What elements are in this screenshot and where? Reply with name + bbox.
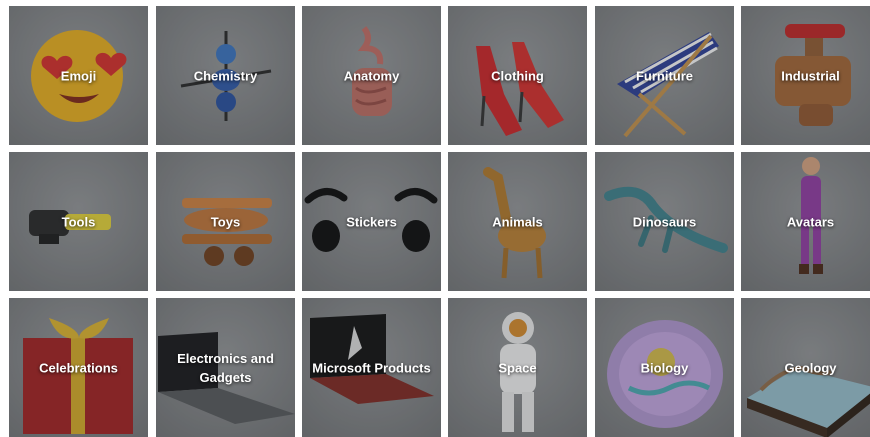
category-tile-space[interactable]: Space [448, 298, 587, 437]
category-label: Space [498, 360, 537, 375]
category-label: Clothing [491, 68, 544, 83]
category-tile-celebrations[interactable]: Celebrations [9, 298, 148, 437]
category-label: Toys [210, 214, 241, 229]
category-tile-stickers[interactable]: Stickers [302, 152, 441, 291]
category-label: Tools [61, 214, 96, 229]
category-tile-geology[interactable]: Geology [741, 298, 870, 437]
category-label: Animals [492, 214, 543, 229]
category-tile-chemistry[interactable]: Chemistry [156, 6, 295, 145]
category-tile-avatars[interactable]: Avatars [741, 152, 870, 291]
category-tile-anatomy[interactable]: Anatomy [302, 6, 441, 145]
category-label: Furniture [635, 68, 694, 83]
category-tile-electronics-gadgets[interactable]: Electronics and Gadgets [156, 298, 295, 437]
category-tile-tools[interactable]: Tools [9, 152, 148, 291]
category-tile-toys[interactable]: Toys [156, 152, 295, 291]
category-tile-animals[interactable]: Animals [448, 152, 587, 291]
category-tile-emoji[interactable]: Emoji [9, 6, 148, 145]
category-tile-dinosaurs[interactable]: Dinosaurs [595, 152, 734, 291]
category-label: Emoji [60, 68, 97, 83]
category-tile-industrial[interactable]: Industrial [741, 6, 870, 145]
category-label: Microsoft Products [312, 360, 431, 375]
category-label: Chemistry [193, 68, 258, 83]
category-label: Anatomy [343, 68, 400, 83]
category-tile-clothing[interactable]: Clothing [448, 6, 587, 145]
category-label: Biology [640, 360, 689, 375]
category-label: Avatars [786, 214, 835, 229]
category-label: Geology [784, 360, 837, 375]
category-label: Electronics and Gadgets [177, 350, 274, 385]
category-label: Celebrations [39, 360, 118, 375]
category-grid: Emoji Chemistry Anatomy Clothing Furnitu… [0, 0, 870, 437]
category-tile-biology[interactable]: Biology [595, 298, 734, 437]
category-label: Dinosaurs [632, 214, 697, 229]
category-tile-microsoft-products[interactable]: Microsoft Products [302, 298, 441, 437]
category-tile-furniture[interactable]: Furniture [595, 6, 734, 145]
category-label: Stickers [346, 214, 397, 229]
category-label: Industrial [781, 68, 840, 83]
